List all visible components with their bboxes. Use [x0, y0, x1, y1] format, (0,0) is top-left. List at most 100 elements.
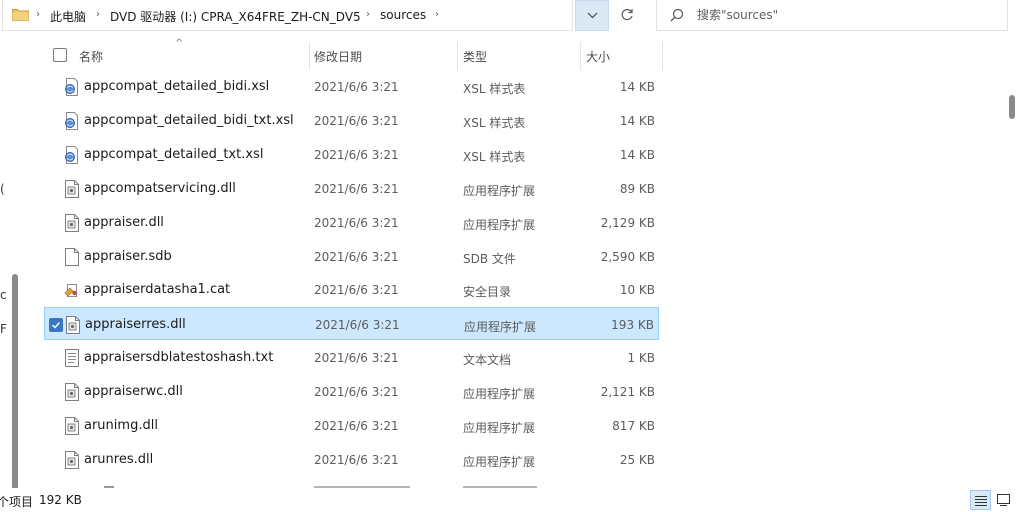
file-name: appcompat_detailed_bidi.xsl	[84, 79, 270, 94]
search-input[interactable]	[697, 7, 987, 23]
file-row[interactable]: appraisersdblatestoshash.txt 2021/6/6 3:2…	[44, 341, 659, 374]
select-all-checkbox[interactable]	[53, 48, 67, 62]
file-type: 应用程序扩展	[463, 183, 536, 198]
large-icons-view-button[interactable]	[993, 490, 1014, 510]
file-row[interactable]: appraiserwc.dll 2021/6/6 3:21 应用程序扩展 2,121 …	[44, 375, 659, 408]
file-date-modified: 2021/6/6 3:21	[314, 215, 399, 230]
file-size: 2,121 KB	[600, 385, 655, 400]
dll-file-icon	[64, 450, 80, 469]
file-row[interactable]: appcompat_detailed_txt.xsl 2021/6/6 3:21 X…	[44, 138, 659, 171]
dll-file-icon	[64, 417, 80, 435]
address-history-dropdown-button[interactable]	[575, 0, 609, 31]
file-date-modified: 2021/6/6 3:21	[314, 351, 399, 366]
details-view-button[interactable]	[970, 490, 991, 510]
file-date-modified: 2021/6/6 3:21	[314, 419, 399, 433]
column-header-type[interactable]: 类型	[463, 48, 487, 65]
file-type: SDB 文件	[463, 251, 516, 266]
search-icon	[670, 8, 684, 22]
file-size: 89 KB	[619, 181, 655, 196]
file-size: 14 KB	[619, 147, 655, 162]
file-date-modified: 2021/6/6 3:21	[314, 181, 399, 196]
row-checkbox[interactable]	[49, 318, 63, 333]
breadcrumb-sources[interactable]: sources	[380, 8, 426, 22]
vertical-scrollbar[interactable]	[1003, 32, 1024, 488]
dll-file-icon	[64, 179, 80, 198]
status-bar: 个项目 192 KB	[0, 488, 1024, 512]
nav-item-fragment[interactable]: c	[0, 288, 7, 302]
file-type: XSL 样式表	[463, 149, 526, 164]
file-size: 10 KB	[619, 283, 655, 298]
refresh-icon	[621, 8, 633, 21]
file-name: appraiser.dll	[84, 214, 164, 230]
breadcrumb-separator-icon: ›	[96, 9, 100, 20]
folder-icon	[12, 9, 29, 21]
column-header-row: ^ 名称 修改日期 类型 大小	[44, 38, 664, 70]
column-divider[interactable]	[662, 42, 663, 70]
file-row[interactable]: appraiser.dll 2021/6/6 3:21 应用程序扩展 2,129 KB	[44, 206, 659, 239]
file-type: XSL 样式表	[463, 115, 526, 130]
file-date-modified: 2021/6/6 3:21	[314, 113, 399, 128]
breadcrumb-separator-icon[interactable]: ›	[435, 9, 439, 20]
refresh-button[interactable]	[611, 0, 643, 31]
file-row[interactable]: appcompat_detailed_bidi.xsl 2021/6/6 3:21…	[44, 70, 659, 103]
file-size: 193 KB	[611, 318, 654, 333]
file-date-modified: 2021/6/6 3:21	[314, 249, 399, 264]
file-size: 14 KB	[619, 80, 655, 94]
file-type: 应用程序扩展	[464, 320, 537, 335]
column-header-date[interactable]: 修改日期	[314, 48, 362, 65]
breadcrumb-separator-icon: ›	[366, 9, 370, 20]
item-count-text: 个项目	[0, 495, 34, 509]
file-size: 2,129 KB	[600, 215, 655, 230]
selected-size-text: 192 KB	[39, 493, 82, 507]
file-row[interactable]: arunimg.dll 2021/6/6 3:21 应用程序扩展 817 KB	[44, 409, 659, 442]
file-row[interactable]: appcompatservicing.dll 2021/6/6 3:21 应用程序扩…	[44, 172, 659, 205]
file-name: appraisersdblatestoshash.txt	[84, 350, 274, 366]
column-header-size[interactable]: 大小	[586, 48, 610, 65]
file-row[interactable]: arunres.dll 2021/6/6 3:21 应用程序扩展 25 KB	[44, 443, 659, 476]
search-box[interactable]	[656, 0, 1008, 31]
scrollbar-thumb[interactable]	[1009, 95, 1015, 119]
xsl-file-icon	[64, 145, 80, 164]
file-row[interactable]: appraiserres.dll 2021/6/6 3:21 应用程序扩展 193 K…	[44, 307, 659, 341]
checkmark-icon	[52, 322, 61, 329]
file-name: arunimg.dll	[84, 418, 158, 433]
file-type: 应用程序扩展	[463, 421, 536, 435]
chevron-down-icon	[587, 12, 598, 19]
column-divider[interactable]	[457, 42, 458, 70]
file-name: appraiserwc.dll	[84, 384, 183, 400]
column-header-name[interactable]: 名称	[79, 48, 103, 65]
file-type: 文本文档	[463, 353, 512, 368]
file-name: arunres.dll	[84, 451, 154, 467]
breadcrumb-this-pc[interactable]: 此电脑	[50, 8, 86, 25]
column-divider[interactable]	[309, 42, 310, 70]
file-row[interactable]: appraiser.sdb 2021/6/6 3:21 SDB 文件 2,590 KB	[44, 240, 659, 273]
file-date-modified: 2021/6/6 3:21	[314, 147, 399, 162]
file-date-modified: 2021/6/6 3:21	[314, 283, 399, 298]
xsl-file-icon	[64, 78, 80, 96]
nav-item-fragment[interactable]: F	[0, 322, 7, 336]
file-type: 应用程序扩展	[463, 217, 536, 232]
breadcrumb-separator-icon: ›	[36, 9, 40, 20]
breadcrumb-dvd-drive[interactable]: DVD 驱动器 (I:) CPRA_X64FRE_ZH-CN_DV5	[110, 8, 361, 25]
file-type: 应用程序扩展	[463, 387, 536, 402]
file-row[interactable]: appcompat_detailed_bidi_txt.xsl 2021/6/6 …	[44, 104, 659, 137]
dll-file-icon	[64, 213, 80, 232]
column-divider[interactable]	[580, 42, 581, 70]
file-type: 应用程序扩展	[463, 454, 536, 469]
file-name: appcompat_detailed_txt.xsl	[84, 146, 264, 162]
file-row[interactable]: appraiserdatasha1.cat 2021/6/6 3:21 安全目录 10…	[44, 273, 659, 306]
nav-scrollbar-thumb[interactable]	[12, 274, 18, 503]
file-date-modified: 2021/6/6 3:21	[315, 318, 400, 333]
details-view-icon	[975, 496, 987, 506]
file-name: appraiserdatasha1.cat	[84, 282, 231, 298]
file-name: appraiser.sdb	[84, 248, 172, 264]
file-type: 安全目录	[463, 285, 512, 300]
blank-file-icon	[64, 247, 80, 266]
address-bar[interactable]: › 此电脑 › DVD 驱动器 (I:) CPRA_X64FRE_ZH-CN_D…	[2, 0, 573, 31]
navigation-pane: ( c F	[0, 32, 20, 503]
file-date-modified: 2021/6/6 3:21	[314, 452, 399, 467]
file-type: XSL 样式表	[463, 82, 526, 96]
nav-item-fragment[interactable]: (	[0, 182, 5, 196]
large-icons-view-icon	[997, 494, 1010, 506]
address-toolbar: › 此电脑 › DVD 驱动器 (I:) CPRA_X64FRE_ZH-CN_D…	[0, 0, 1024, 32]
